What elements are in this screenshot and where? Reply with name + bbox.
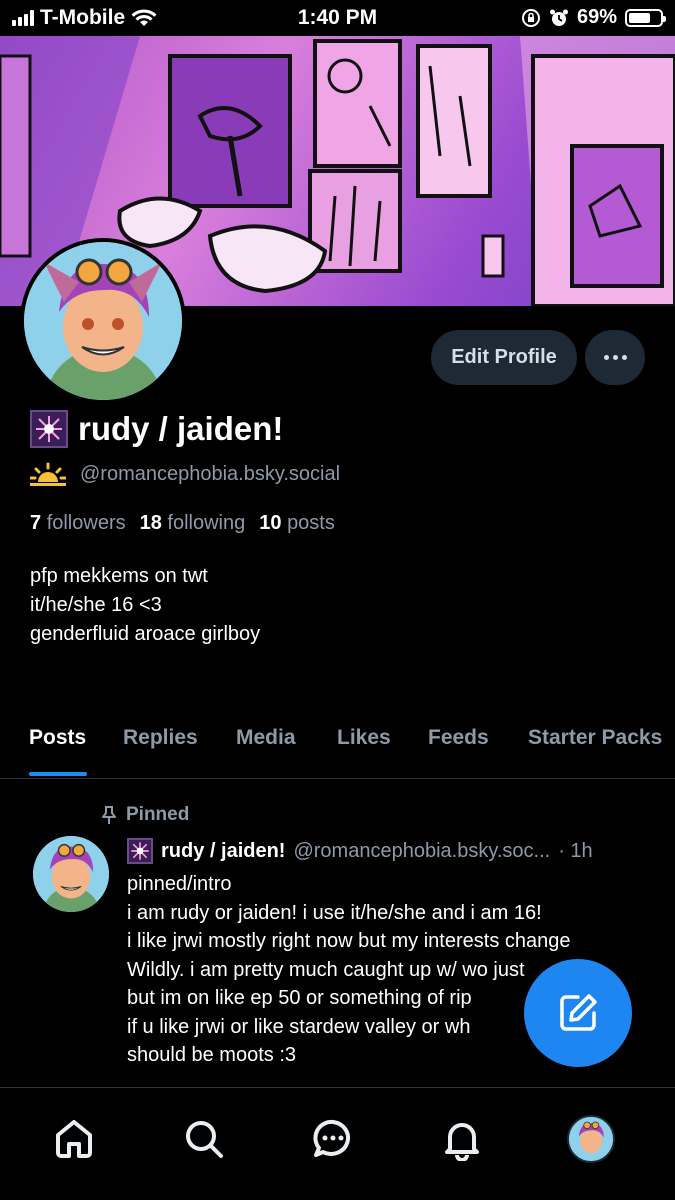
- nav-profile[interactable]: [566, 1114, 616, 1164]
- battery-icon: [625, 8, 666, 27]
- sparkle-emoji-icon: [127, 838, 153, 864]
- bio-line: genderfluid aroace girlboy: [30, 623, 261, 645]
- status-bar: T-Mobile 1:40 PM 69%: [0, 0, 675, 36]
- tab-likes[interactable]: Likes: [337, 726, 391, 750]
- handle-row: @romancephobia.bsky.social: [30, 462, 340, 486]
- alarm-icon: [549, 9, 568, 26]
- battery-percent: 69%: [576, 6, 617, 28]
- pinned-label: Pinned: [100, 804, 189, 826]
- battery-level: [629, 12, 650, 23]
- tab-replies[interactable]: Replies: [123, 726, 198, 750]
- bio-line: it/he/she 16 <3: [30, 594, 162, 616]
- bio-line: pfp mekkems on twt: [30, 565, 208, 587]
- active-tab-indicator: [29, 772, 87, 776]
- compose-icon: [560, 994, 597, 1031]
- pin-icon: [102, 806, 116, 824]
- nav-notifications[interactable]: [437, 1114, 487, 1164]
- orientation-lock-icon: [521, 8, 540, 27]
- post-line: i am rudy or jaiden! i use it/he/she and…: [127, 901, 542, 924]
- posts-stat: 10 posts: [259, 512, 335, 534]
- post-line: i like jrwi mostly right now but my inte…: [127, 930, 571, 952]
- dot-icon: [621, 355, 627, 360]
- nav-chat[interactable]: [308, 1114, 358, 1164]
- profile-bio: pfp mekkems on twt it/he/she 16 <3 gende…: [30, 562, 260, 649]
- sparkle-emoji-icon: [30, 410, 68, 448]
- dot-icon: [612, 355, 618, 360]
- avatar-illustration: [33, 836, 109, 912]
- tab-posts[interactable]: Posts: [29, 726, 86, 750]
- search-icon: [186, 1121, 223, 1158]
- profile-handle: @romancephobia.bsky.social: [80, 462, 341, 485]
- following-stat[interactable]: 18 following: [140, 512, 246, 535]
- sunrise-emoji-icon: [30, 462, 66, 486]
- avatar-illustration: [24, 242, 182, 400]
- nav-search[interactable]: [179, 1114, 229, 1164]
- profile-avatar: [567, 1115, 615, 1163]
- bottom-navigation: [0, 1087, 675, 1200]
- compose-button[interactable]: [524, 959, 632, 1067]
- tab-media[interactable]: Media: [236, 726, 296, 750]
- nav-home[interactable]: [49, 1114, 99, 1164]
- display-name: rudy / jaiden!: [78, 410, 284, 447]
- more-options-button[interactable]: [585, 330, 645, 385]
- edit-profile-button[interactable]: Edit Profile: [431, 330, 577, 385]
- chat-icon: [313, 1119, 350, 1157]
- post-author-avatar[interactable]: [33, 836, 109, 912]
- post-author-handle[interactable]: @romancephobia.bsky.soc...: [293, 840, 550, 863]
- status-right: 69%: [521, 6, 666, 29]
- tab-starter-packs[interactable]: Starter Packs: [528, 726, 662, 750]
- followers-stat[interactable]: 7 followers: [30, 512, 126, 535]
- dot-icon: [603, 355, 609, 360]
- home-icon: [56, 1120, 92, 1158]
- profile-stats: 7 followers 18 following 10 posts: [30, 512, 335, 535]
- post-header: rudy / jaiden! @romancephobia.bsky.soc..…: [127, 838, 593, 864]
- display-name-row: rudy / jaiden!: [30, 410, 283, 448]
- profile-avatar[interactable]: [20, 238, 186, 404]
- profile-tabs: Posts Replies Media Likes Feeds Starter …: [0, 700, 675, 779]
- post-time[interactable]: · 1h: [558, 840, 592, 863]
- post-line: pinned/intro: [127, 873, 232, 895]
- post-author-name[interactable]: rudy / jaiden!: [161, 840, 285, 863]
- bell-icon: [445, 1123, 479, 1161]
- tab-feeds[interactable]: Feeds: [428, 726, 489, 750]
